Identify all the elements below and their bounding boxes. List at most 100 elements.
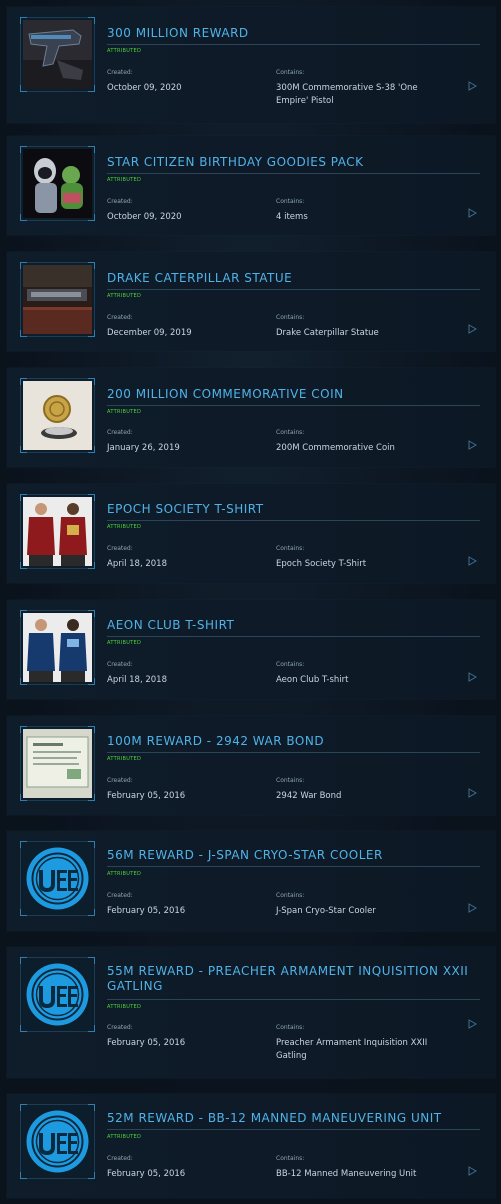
created-label: Created:	[107, 69, 133, 76]
created-date: February 05, 2016	[107, 906, 186, 916]
item-title[interactable]: 100M REWARD - 2942 WAR BOND	[107, 734, 480, 749]
play-arrow-icon[interactable]	[467, 556, 477, 566]
coin-thumbnail	[23, 381, 92, 450]
created-label: Created:	[107, 1155, 133, 1162]
item-title[interactable]: 55M REWARD - PREACHER ARMAMENT INQUISITI…	[107, 964, 480, 994]
play-arrow-icon[interactable]	[467, 81, 477, 91]
status-badge: ATTRIBUTED	[107, 756, 142, 762]
blue-shirt-thumbnail	[23, 613, 92, 682]
play-arrow-icon[interactable]	[467, 1019, 477, 1029]
list-item[interactable]: DRAKE CATERPILLAR STATUE ATTRIBUTED Crea…	[7, 252, 495, 351]
created-label: Created:	[107, 777, 133, 784]
title-divider	[107, 1129, 480, 1130]
contains-value: Drake Caterpillar Statue	[276, 328, 379, 338]
created-date: February 05, 2016	[107, 1169, 186, 1179]
item-thumbnail-frame	[20, 726, 95, 801]
contains-value: 300M Commemorative S-38 'One Empire' Pis…	[276, 83, 418, 106]
status-badge: ATTRIBUTED	[107, 293, 142, 299]
play-arrow-icon[interactable]	[467, 208, 477, 218]
created-label: Created:	[107, 892, 133, 899]
war-bond-thumbnail	[23, 729, 92, 798]
created-date: April 18, 2018	[107, 675, 167, 685]
contains-label: Contains:	[276, 1155, 305, 1162]
item-thumbnail-frame	[20, 1104, 95, 1179]
created-label: Created:	[107, 545, 133, 552]
contains-label: Contains:	[276, 892, 305, 899]
item-thumbnail-frame	[20, 146, 95, 221]
item-title[interactable]: AEON CLUB T-SHIRT	[107, 618, 480, 633]
contains-label: Contains:	[276, 314, 305, 321]
item-thumbnail-frame	[20, 841, 95, 916]
pistol-thumbnail	[23, 20, 92, 89]
red-shirt-thumbnail	[23, 497, 92, 566]
item-title[interactable]: 200 MILLION COMMEMORATIVE COIN	[107, 387, 480, 402]
contains-value: Aeon Club T-shirt	[276, 675, 349, 685]
list-item[interactable]: 52M REWARD - BB-12 MANNED MANEUVERING UN…	[7, 1094, 495, 1198]
title-divider	[107, 520, 480, 521]
title-divider	[107, 405, 480, 406]
contains-label: Contains:	[276, 777, 305, 784]
uee-logo-icon	[23, 1107, 92, 1176]
list-item[interactable]: STAR CITIZEN BIRTHDAY GOODIES PACK ATTRI…	[7, 136, 495, 235]
status-badge: ATTRIBUTED	[107, 177, 142, 183]
play-arrow-icon[interactable]	[467, 903, 477, 913]
created-date: October 09, 2020	[107, 83, 182, 93]
item-thumbnail-frame	[20, 494, 95, 569]
item-thumbnail-frame	[20, 17, 95, 92]
title-divider	[107, 866, 480, 867]
status-badge: ATTRIBUTED	[107, 871, 142, 877]
title-divider	[107, 636, 480, 637]
contains-value: BB-12 Manned Maneuvering Unit	[276, 1169, 417, 1179]
figures-thumbnail	[23, 149, 92, 218]
contains-value: 200M Commemorative Coin	[276, 443, 395, 453]
item-thumbnail-frame	[20, 610, 95, 685]
item-title[interactable]: 56M REWARD - J-SPAN CRYO-STAR COOLER	[107, 848, 480, 863]
uee-logo-icon	[23, 960, 92, 1029]
contains-value: 2942 War Bond	[276, 791, 342, 801]
status-badge: ATTRIBUTED	[107, 524, 142, 530]
created-date: October 09, 2020	[107, 212, 182, 222]
created-date: February 05, 2016	[107, 1038, 186, 1048]
contains-label: Contains:	[276, 661, 305, 668]
title-divider	[107, 752, 480, 753]
play-arrow-icon[interactable]	[467, 440, 477, 450]
item-thumbnail-frame	[20, 957, 95, 1032]
contains-value: Preacher Armament Inquisition XXII Gatli…	[276, 1038, 428, 1061]
item-title[interactable]: STAR CITIZEN BIRTHDAY GOODIES PACK	[107, 155, 480, 170]
contains-value: J-Span Cryo-Star Cooler	[276, 906, 376, 916]
created-label: Created:	[107, 429, 133, 436]
item-thumbnail-frame	[20, 262, 95, 337]
created-date: December 09, 2019	[107, 328, 192, 338]
play-arrow-icon[interactable]	[467, 324, 477, 334]
list-item[interactable]: 100M REWARD - 2942 WAR BOND ATTRIBUTED C…	[7, 716, 495, 815]
item-title[interactable]: EPOCH SOCIETY T-SHIRT	[107, 502, 480, 517]
title-divider	[107, 173, 480, 174]
item-title[interactable]: 300 MILLION REWARD	[107, 26, 480, 41]
list-item[interactable]: 56M REWARD - J-SPAN CRYO-STAR COOLER ATT…	[7, 831, 495, 931]
contains-label: Contains:	[276, 1024, 305, 1031]
created-date: January 26, 2019	[107, 443, 180, 453]
item-title[interactable]: DRAKE CATERPILLAR STATUE	[107, 271, 480, 286]
list-item[interactable]: EPOCH SOCIETY T-SHIRT ATTRIBUTED Created…	[7, 484, 495, 583]
created-label: Created:	[107, 1024, 133, 1031]
created-date: April 18, 2018	[107, 559, 167, 569]
play-arrow-icon[interactable]	[467, 1166, 477, 1176]
contains-value: Epoch Society T-Shirt	[276, 559, 367, 569]
contains-label: Contains:	[276, 198, 305, 205]
list-item[interactable]: AEON CLUB T-SHIRT ATTRIBUTED Created: Ap…	[7, 600, 495, 699]
item-title[interactable]: 52M REWARD - BB-12 MANNED MANEUVERING UN…	[107, 1111, 480, 1126]
play-arrow-icon[interactable]	[467, 672, 477, 682]
uee-logo-icon	[23, 844, 92, 913]
contains-label: Contains:	[276, 69, 305, 76]
list-item[interactable]: 200 MILLION COMMEMORATIVE COIN ATTRIBUTE…	[7, 368, 495, 467]
list-item[interactable]: 55M REWARD - PREACHER ARMAMENT INQUISITI…	[7, 947, 495, 1078]
created-date: February 05, 2016	[107, 791, 186, 801]
contains-label: Contains:	[276, 429, 305, 436]
play-arrow-icon[interactable]	[467, 788, 477, 798]
contains-value: 4 items	[276, 212, 308, 222]
list-item[interactable]: 300 MILLION REWARD ATTRIBUTED Created: O…	[7, 7, 495, 123]
statue-thumbnail	[23, 265, 92, 334]
status-badge: ATTRIBUTED	[107, 409, 142, 415]
status-badge: ATTRIBUTED	[107, 640, 142, 646]
item-thumbnail-frame	[20, 378, 95, 453]
